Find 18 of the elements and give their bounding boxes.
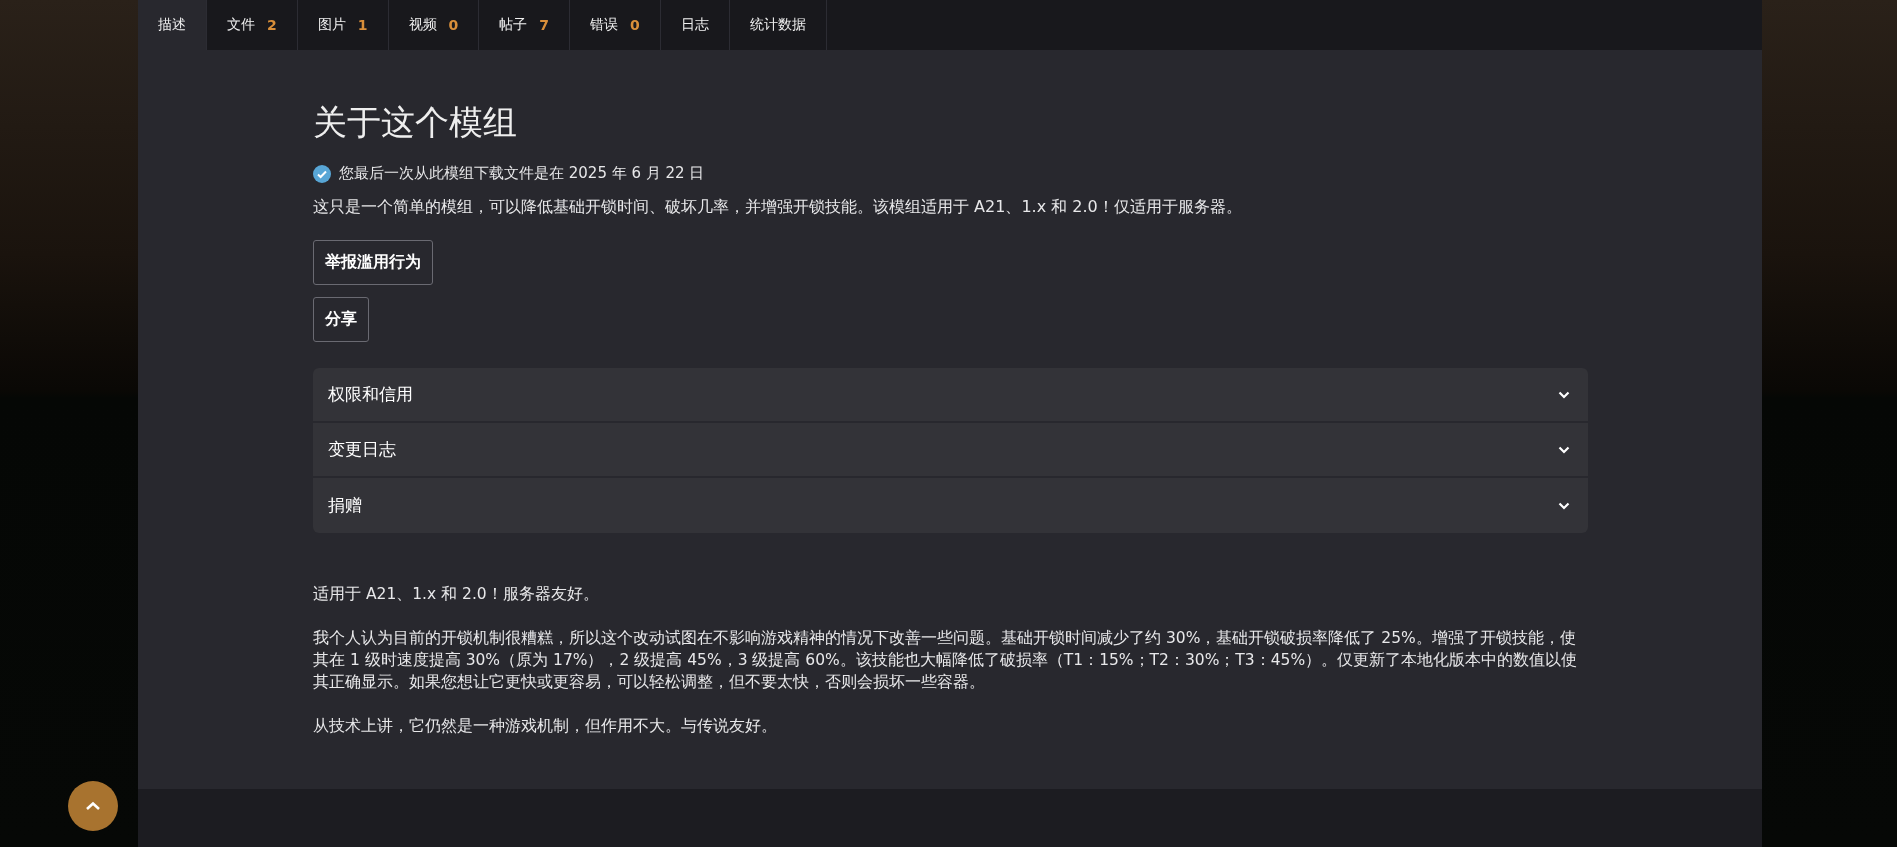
accordion-header[interactable]: 捐赠 (313, 478, 1588, 533)
description-paragraph: 从技术上讲，它仍然是一种游戏机制，但作用不大。与传说友好。 (313, 716, 778, 737)
tab[interactable]: 描述 (138, 0, 207, 50)
description-paragraph: 我个人认为目前的开锁机制很糟糕，所以这个改动试图在不影响游戏精神的情况下改善一些问题。基础开锁时间减少了约 30%，基础开锁破损率降低了 25%。增强了开锁技能，使其在 1 级时速度提高 30%（原为 17%），2 级提高 45%，3 级提高 60%。该技能也大幅降低了破损率（T1：15%；T2：30%；T3：45%）。仅更新了本地化版本中的数值以使其正确显示。如果您想让它更快或更容易，可以轻松调整，但不要太快，否则会损坏一些容器。 (313, 628, 1579, 693)
accordion-header[interactable]: 权限和信用 (313, 368, 1588, 423)
check-circle-icon (313, 164, 331, 183)
action-button[interactable]: 举报滥用行为 (313, 240, 433, 285)
description-paragraph: 适用于 A21、1.x 和 2.0！服务器友好。 (313, 584, 600, 605)
download-notice: 您最后一次从此模组下载文件是在 2025 年 6 月 22 日 (339, 164, 705, 183)
chevron-up-icon (85, 801, 101, 811)
chevron-icon (1558, 501, 1570, 510)
back-to-top-button[interactable] (68, 781, 118, 831)
accordion-header[interactable]: 变更日志 (313, 423, 1588, 478)
action-button[interactable]: 分享 (313, 297, 369, 342)
chevron-icon (1558, 390, 1570, 399)
section-title: 关于这个模组 (313, 101, 518, 144)
chevron-icon (1558, 445, 1570, 454)
mod-summary: 这只是一个简单的模组，可以降低基础开锁时间、破坏几率，并增强开锁技能。该模组适用于 A21、1.x 和 2.0！仅适用于服务器。 (313, 197, 1243, 218)
